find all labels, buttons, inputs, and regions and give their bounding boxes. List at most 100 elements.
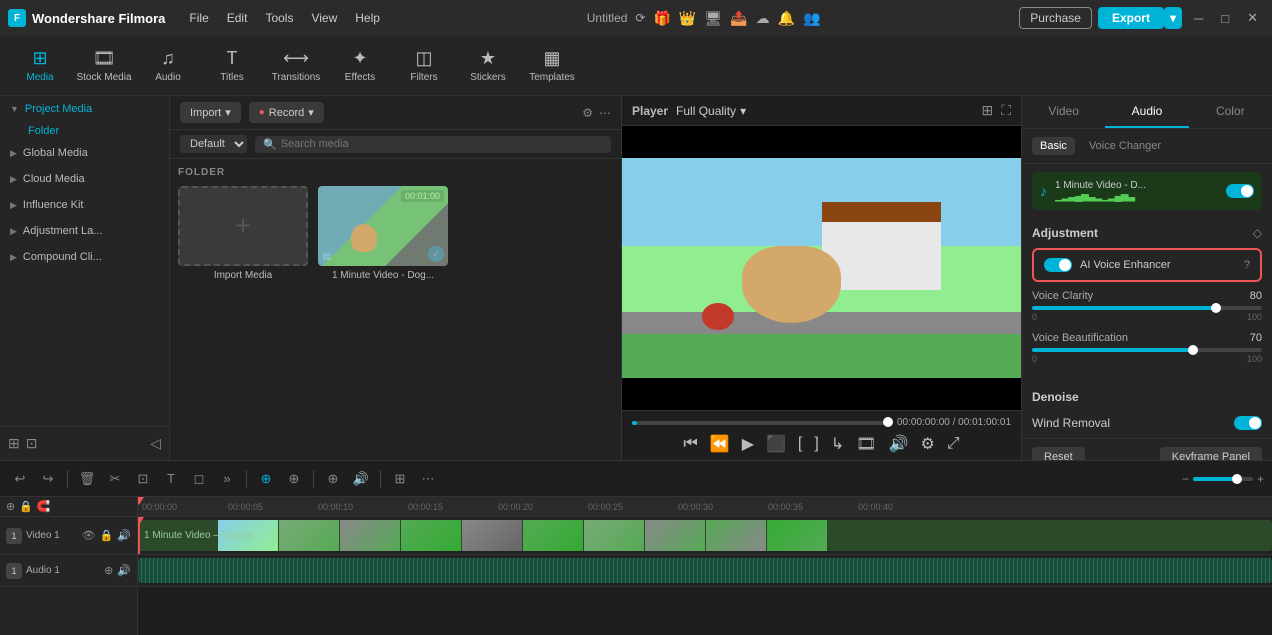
audio-track-toggle[interactable]: [1226, 184, 1254, 198]
left-bottom-icon1[interactable]: ⊞: [8, 435, 20, 452]
skip-back-button[interactable]: ⏮: [683, 435, 697, 453]
progress-bar[interactable]: [632, 421, 889, 425]
tool-transitions[interactable]: ⟷ Transitions: [266, 40, 326, 92]
export-dropdown-button[interactable]: ▾: [1164, 7, 1182, 29]
tl-cut-button[interactable]: ✂: [103, 467, 127, 491]
titlebar-icon-bell[interactable]: 🔔: [778, 10, 795, 27]
menu-view[interactable]: View: [303, 9, 345, 27]
tab-color[interactable]: Color: [1189, 96, 1272, 128]
tl-snap-button[interactable]: ⊕: [254, 467, 278, 491]
tl-crop-button[interactable]: ⊡: [131, 467, 155, 491]
volume-button[interactable]: 🔊: [889, 434, 909, 454]
video-media-item[interactable]: 00:01:00 ▦ ✓ 1 Minute Video - Dog...: [318, 186, 448, 281]
tool-templates[interactable]: ▦ Templates: [522, 40, 582, 92]
audio-add-icon[interactable]: ⊕: [104, 564, 113, 577]
tool-effects[interactable]: ✦ Effects: [330, 40, 390, 92]
zoom-bar[interactable]: [1193, 477, 1253, 481]
resize-button[interactable]: ⤢: [947, 435, 960, 453]
tool-stickers[interactable]: ★ Stickers: [458, 40, 518, 92]
video-mute-icon[interactable]: 🔊: [117, 529, 131, 542]
reset-button[interactable]: Reset: [1032, 447, 1085, 460]
tab-video[interactable]: Video: [1022, 96, 1105, 128]
keyframe-panel-button[interactable]: Keyframe Panel: [1160, 447, 1262, 460]
tl-text-button[interactable]: T: [159, 467, 183, 491]
tool-stock[interactable]: 🎞 Stock Media: [74, 40, 134, 92]
menu-file[interactable]: File: [181, 9, 216, 27]
magnet-icon[interactable]: 🧲: [37, 500, 51, 513]
sidebar-item-global-media[interactable]: ▶ Global Media: [0, 140, 169, 166]
menu-tools[interactable]: Tools: [257, 9, 301, 27]
mark-out-button[interactable]: ]: [814, 435, 818, 453]
left-bottom-icon3[interactable]: ◁: [150, 435, 161, 452]
tl-redo-button[interactable]: ↪: [36, 467, 60, 491]
tl-speed-button[interactable]: ⊕: [321, 467, 345, 491]
tl-undo-button[interactable]: ↩: [8, 467, 32, 491]
purchase-button[interactable]: Purchase: [1019, 7, 1092, 29]
export-button[interactable]: Export: [1098, 7, 1164, 29]
tool-filters[interactable]: ◫ Filters: [394, 40, 454, 92]
titlebar-icon-gift[interactable]: 🎁: [653, 10, 670, 27]
zoom-out-icon[interactable]: −: [1182, 472, 1189, 486]
mark-in-button[interactable]: [: [798, 435, 802, 453]
play-button[interactable]: ▶: [742, 434, 754, 454]
stop-button[interactable]: ⬛: [766, 434, 786, 454]
player-fullscreen-icon[interactable]: ⛶: [1001, 102, 1011, 119]
titlebar-icon-screen[interactable]: 🖥: [704, 10, 722, 27]
sidebar-item-influence-kit[interactable]: ▶ Influence Kit: [0, 192, 169, 218]
voice-beautification-slider[interactable]: [1032, 348, 1262, 352]
wind-removal-toggle[interactable]: [1234, 416, 1262, 430]
tl-delete-button[interactable]: 🗑: [75, 467, 99, 491]
tl-layout-button[interactable]: ⊞: [388, 467, 412, 491]
tl-audio-button[interactable]: 🔊: [349, 467, 373, 491]
menu-help[interactable]: Help: [347, 9, 388, 27]
sub-tab-voice-changer[interactable]: Voice Changer: [1081, 137, 1169, 155]
video-eye-icon[interactable]: 👁: [82, 529, 96, 542]
player-grid-icon[interactable]: ⊞: [981, 102, 993, 119]
tab-audio[interactable]: Audio: [1105, 96, 1188, 128]
video-lock-icon[interactable]: 🔒: [100, 529, 114, 542]
tl-more-button[interactable]: »: [215, 467, 239, 491]
zoom-in-icon[interactable]: +: [1257, 472, 1264, 486]
tl-more2-button[interactable]: ⋯: [416, 467, 440, 491]
minimize-button[interactable]: ─: [1188, 11, 1209, 26]
settings-button[interactable]: ⚙: [920, 434, 934, 454]
ai-voice-toggle[interactable]: [1044, 258, 1072, 272]
titlebar-icon-export2[interactable]: 📤: [730, 10, 747, 27]
add-to-timeline-button[interactable]: ↳: [831, 434, 844, 454]
maximize-button[interactable]: □: [1215, 11, 1235, 26]
audio-mute-tl-icon[interactable]: 🔊: [117, 564, 131, 577]
left-bottom-icon2[interactable]: ⊡: [26, 435, 38, 452]
sidebar-item-compound[interactable]: ▶ Compound Cli...: [0, 244, 169, 270]
ai-info-icon[interactable]: ?: [1244, 259, 1250, 271]
import-media-item[interactable]: + Import Media: [178, 186, 308, 281]
titlebar-icon-crown[interactable]: 👑: [679, 10, 696, 27]
video-clip[interactable]: 1 Minute Video – Doggie: [138, 520, 1272, 551]
sidebar-item-project-media[interactable]: ▼ Project Media: [0, 96, 169, 122]
tl-ripple-button[interactable]: ⊕: [282, 467, 306, 491]
step-back-button[interactable]: ⏪: [710, 434, 730, 454]
import-button[interactable]: Import ▾: [180, 102, 241, 123]
sidebar-item-cloud-media[interactable]: ▶ Cloud Media: [0, 166, 169, 192]
adjustment-icon[interactable]: ◇: [1253, 226, 1262, 240]
filter-icon[interactable]: ⚙: [582, 106, 593, 120]
close-button[interactable]: ✕: [1241, 10, 1264, 26]
player-quality-dropdown-icon[interactable]: ▾: [740, 104, 746, 118]
add-track-icon[interactable]: ⊕: [6, 500, 15, 513]
default-select[interactable]: Default: [180, 135, 247, 153]
tl-shape-button[interactable]: ◻: [187, 467, 211, 491]
audio-track-content[interactable]: [138, 555, 1272, 587]
titlebar-icon-users[interactable]: 👥: [803, 10, 820, 27]
folder-label[interactable]: Folder: [0, 122, 169, 140]
more-icon[interactable]: ⋯: [599, 106, 611, 120]
tool-titles[interactable]: T Titles: [202, 40, 262, 92]
tool-audio[interactable]: ♫ Audio: [138, 40, 198, 92]
sub-tab-basic[interactable]: Basic: [1032, 137, 1075, 155]
snapshot-button[interactable]: 🎞: [856, 434, 876, 454]
voice-clarity-slider[interactable]: [1032, 306, 1262, 310]
media-search-input[interactable]: [281, 138, 603, 150]
titlebar-icon-cloud[interactable]: ☁: [756, 10, 770, 27]
video-track-content[interactable]: 1 Minute Video – Doggie: [138, 517, 1272, 555]
sidebar-item-adjustment[interactable]: ▶ Adjustment La...: [0, 218, 169, 244]
menu-edit[interactable]: Edit: [219, 9, 256, 27]
lock-icon[interactable]: 🔒: [19, 500, 33, 513]
